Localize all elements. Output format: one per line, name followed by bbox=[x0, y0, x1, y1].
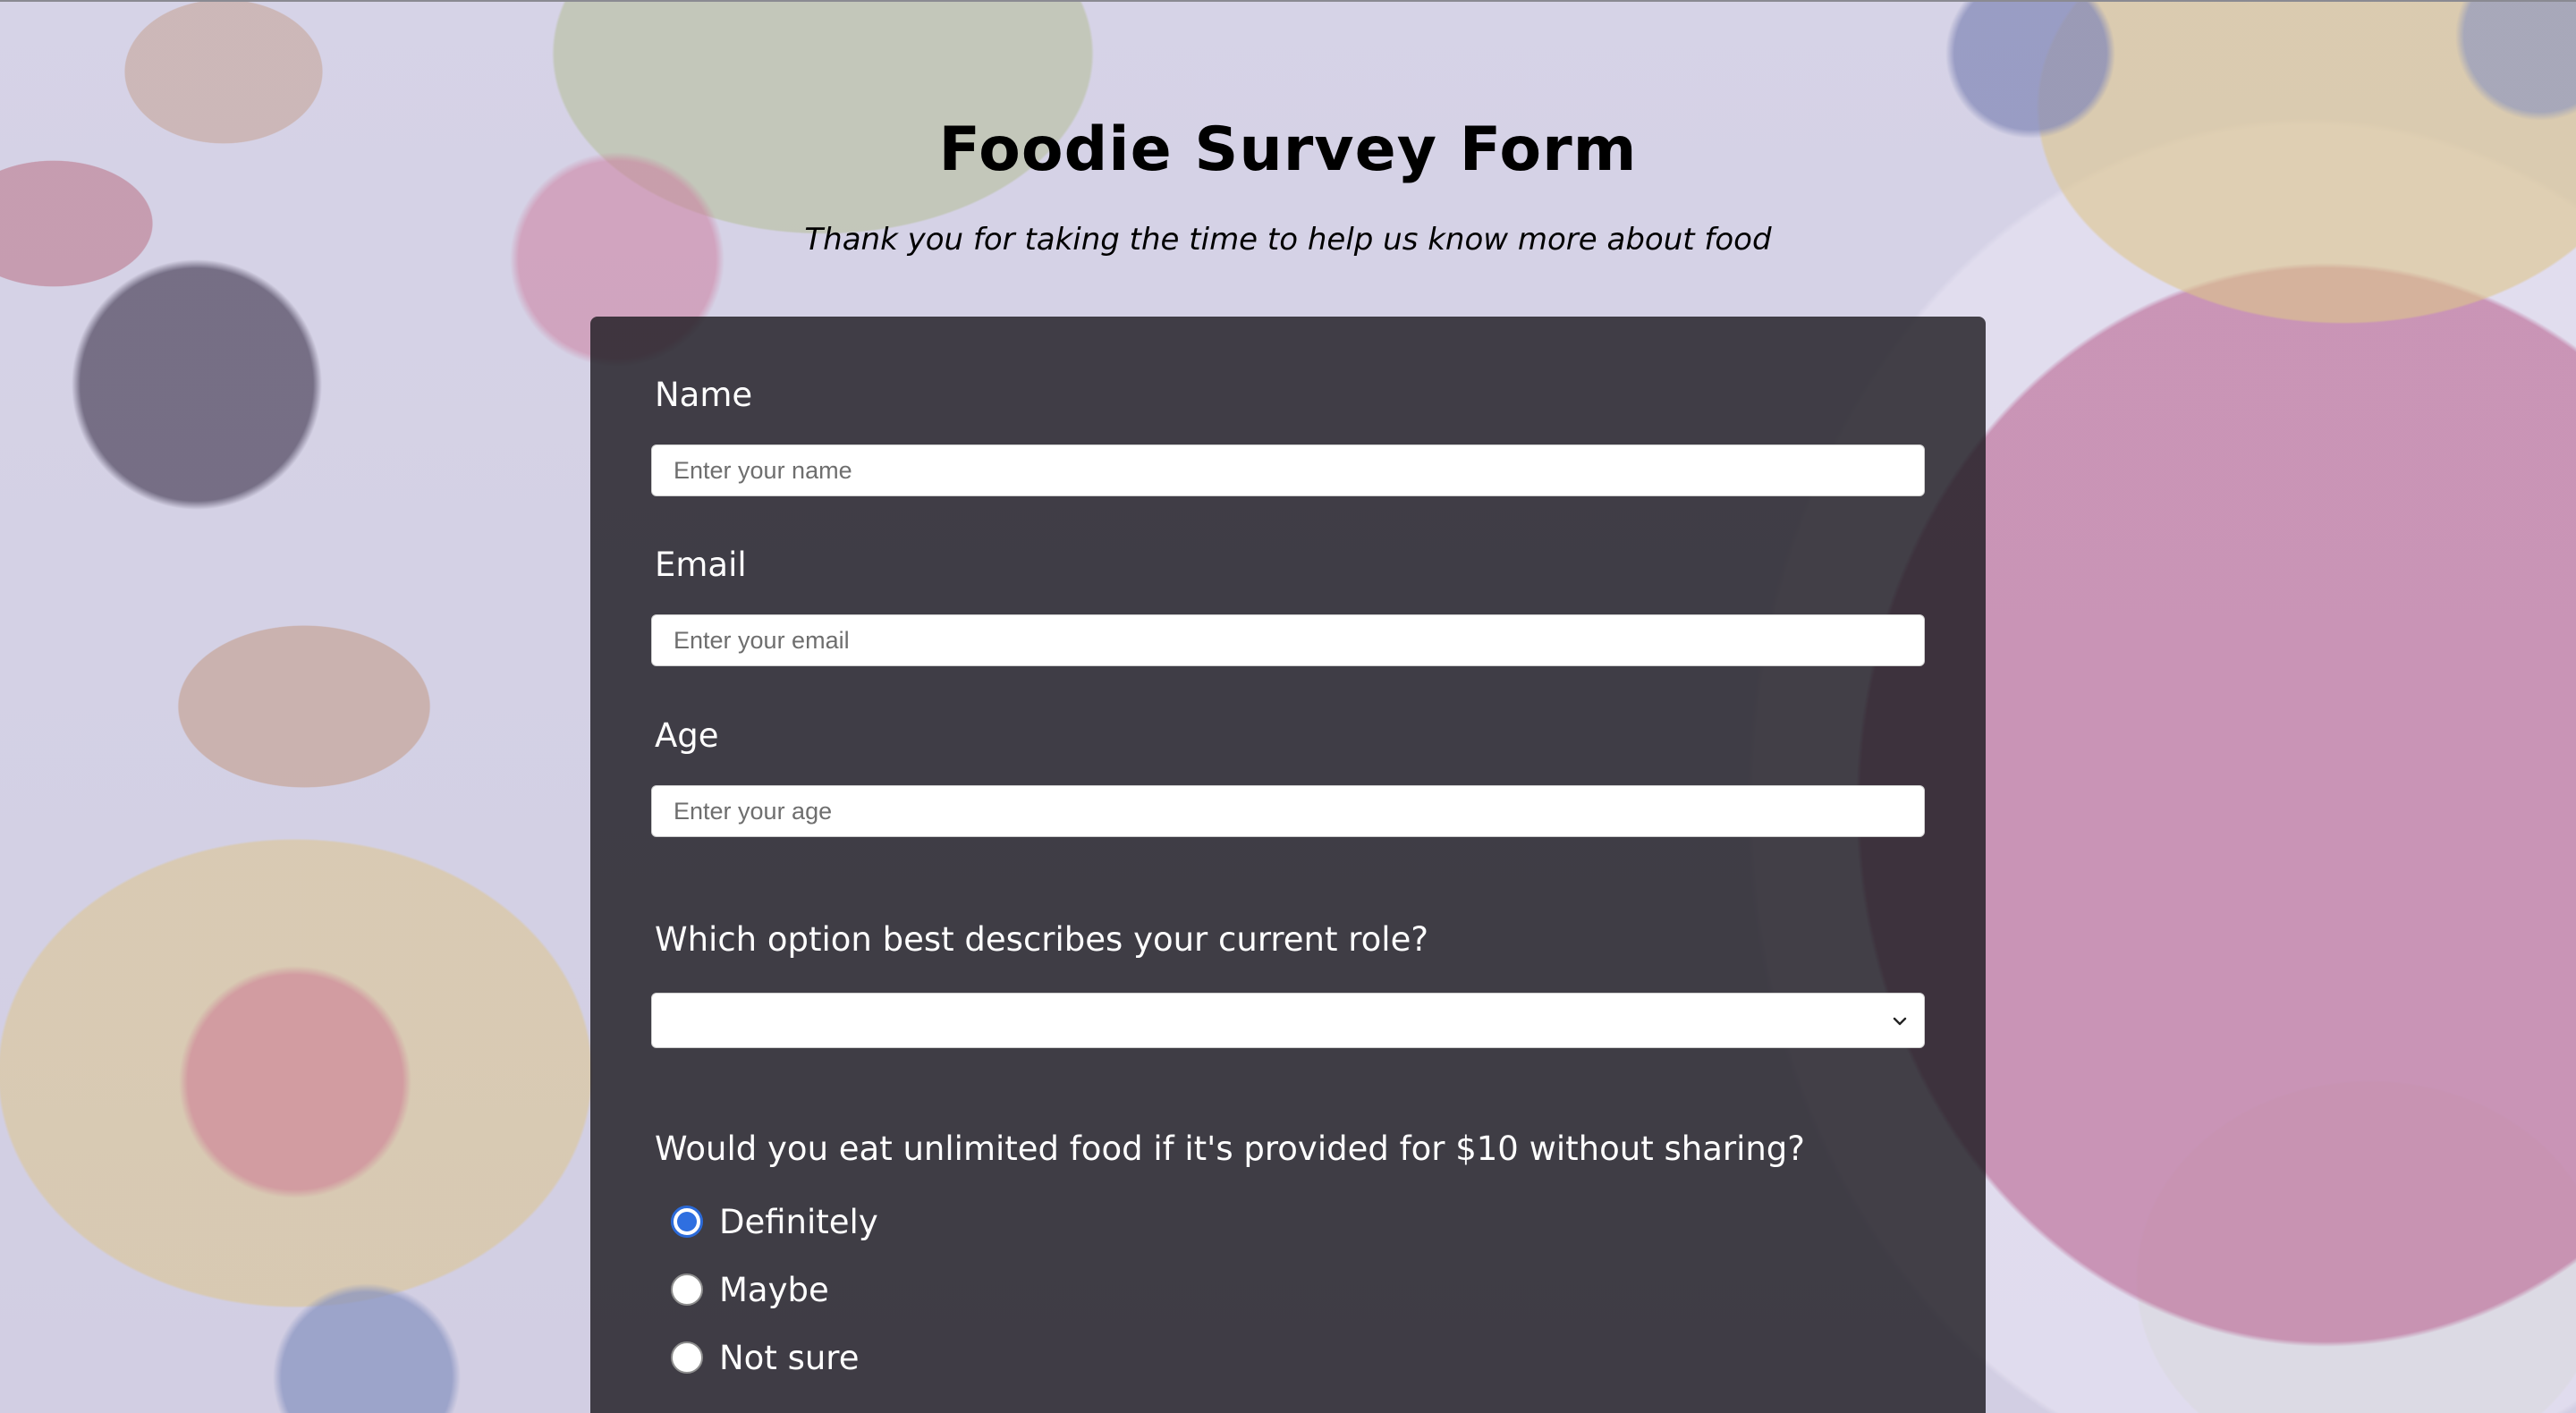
page-title: Foodie Survey Form bbox=[938, 114, 1638, 185]
role-dropdown[interactable] bbox=[651, 993, 1925, 1048]
survey-form: Name Email Age Which option best describ… bbox=[590, 317, 1986, 1413]
radio-option-definitely[interactable]: Definitely bbox=[671, 1202, 878, 1241]
page-description: Thank you for taking the time to help us… bbox=[804, 222, 1772, 258]
chevron-down-icon bbox=[1893, 1017, 1907, 1026]
name-label: Name bbox=[655, 376, 753, 414]
radio-option-maybe[interactable]: Maybe bbox=[671, 1270, 829, 1309]
radio-button-not-sure[interactable] bbox=[671, 1341, 703, 1374]
email-label: Email bbox=[655, 546, 747, 584]
radio-option-not-sure[interactable]: Not sure bbox=[671, 1338, 859, 1377]
radio-button-maybe[interactable] bbox=[671, 1273, 703, 1306]
radio-label-not-sure: Not sure bbox=[719, 1338, 860, 1377]
age-input[interactable] bbox=[651, 785, 1925, 837]
top-border bbox=[0, 0, 2576, 2]
name-input[interactable] bbox=[651, 444, 1925, 496]
radio-label-maybe: Maybe bbox=[719, 1270, 829, 1309]
age-label: Age bbox=[655, 716, 719, 755]
unlimited-food-question: Would you eat unlimited food if it's pro… bbox=[655, 1130, 1805, 1168]
role-question: Which option best describes your current… bbox=[655, 920, 1428, 959]
radio-label-definitely: Definitely bbox=[719, 1202, 878, 1241]
email-input[interactable] bbox=[651, 614, 1925, 666]
radio-button-definitely[interactable] bbox=[671, 1206, 703, 1238]
